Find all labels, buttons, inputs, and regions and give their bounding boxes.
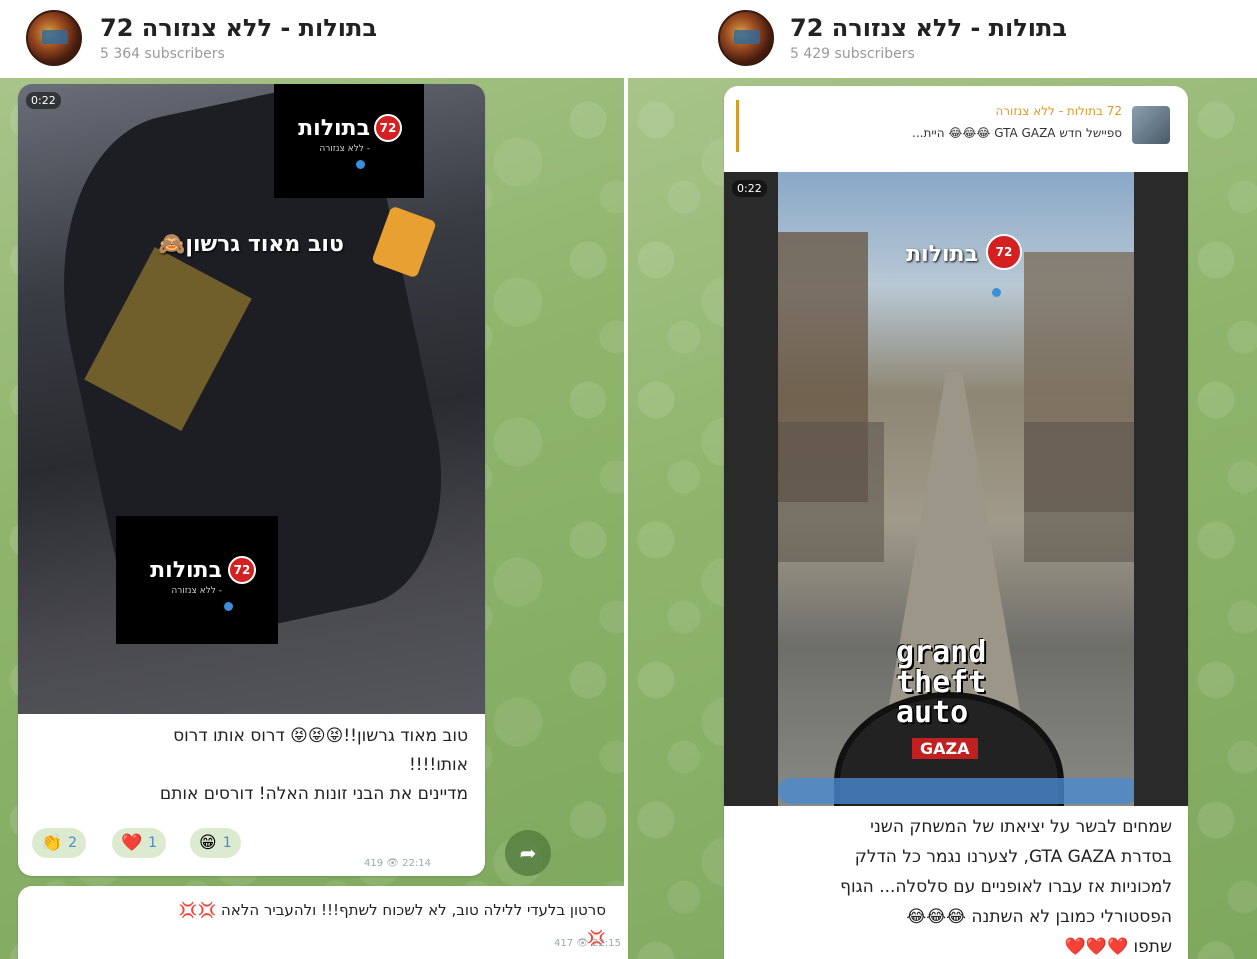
logo-name: בתולות [906, 242, 978, 267]
message-text: שמחים לבשר על יציאתו של המשחק השני בסדרת… [742, 812, 1172, 959]
logo-badge-icon: 72 [374, 114, 402, 142]
video-player[interactable]: 0:22 72 בתולות - ללא צנזורה טוב מאוד גרש… [18, 84, 485, 714]
reaction-count: 2 [68, 835, 78, 851]
message-views-time: 419 👁 22:14 [364, 858, 431, 869]
channel-title: 72 בתולות - ללא צנזורה [790, 14, 1068, 42]
reaction-count: 1 [222, 835, 232, 851]
message-line: בסדרת GTA GAZA, לצערנו נגמר כל הדלק [854, 847, 1172, 867]
logo-subtitle: - ללא צנזורה [171, 586, 222, 596]
channel-header[interactable]: 72 בתולות - ללא צנזורה 5 364 subscribers [0, 0, 624, 78]
message-line: סרטון בלעדי ללילה טוב, לא לשכוח לשתף!!! … [178, 901, 606, 919]
reaction-grin[interactable]: 😁 1 [190, 828, 241, 858]
quote-text: ספיישל חדש GTA GAZA 😂😂😂 היית... [912, 126, 1122, 140]
video-duration: 0:22 [26, 92, 61, 109]
message-text: סרטון בלעדי ללילה טוב, לא לשכוח לשתף!!! … [30, 896, 606, 952]
channel-watermark-top: 72 בתולות - ללא צנזורה [274, 84, 424, 198]
rubble-left [764, 422, 884, 562]
video-duration: 0:22 [732, 180, 767, 197]
subscriber-count: 5 429 subscribers [790, 46, 915, 62]
reaction-heart[interactable]: ❤️ 1 [112, 828, 167, 858]
video-letterbox-right [1134, 172, 1188, 806]
gta-line: theft [896, 665, 987, 700]
logo-name: בתולות [298, 116, 370, 141]
message-line: שמחים לבשר על יציאתו של המשחק השני [870, 817, 1172, 837]
message-views-time: 417 👁 22:15 [554, 938, 621, 949]
subscriber-count: 5 364 subscribers [100, 46, 225, 62]
video-message-bubble[interactable]: 72 בתולות - ללא צנזורה ספיישל חדש GTA GA… [724, 86, 1188, 959]
gta-gaza-label: GAZA [912, 738, 978, 759]
message-line: הפסטורלי כמובן לא השתנה 😂😂😂 [906, 907, 1172, 927]
grin-icon: 😁 [199, 833, 217, 853]
message-line: למכוניות אז עברו לאופניים עם סלסלה... הג… [840, 877, 1172, 897]
reply-quote[interactable]: 72 בתולות - ללא צנזורה ספיישל חדש GTA GA… [736, 100, 1176, 152]
share-icon[interactable]: ➦ [505, 830, 551, 876]
verified-icon [992, 288, 1001, 297]
message-line: שתפו ❤️❤️❤️ [1064, 937, 1172, 957]
handlebar [778, 778, 1138, 804]
video-letterbox-left [724, 172, 778, 806]
logo-badge-icon: 72 [986, 234, 1022, 270]
message-line: 💢 [30, 924, 606, 952]
channel-watermark-bottom: 72 בתולות - ללא צנזורה [116, 516, 278, 644]
verified-icon [356, 160, 365, 169]
channel-title: 72 בתולות - ללא צנזורה [100, 14, 378, 42]
quote-author: 72 בתולות - ללא צנזורה [995, 104, 1122, 118]
gta-line: auto [896, 695, 969, 730]
gta-line: grand [896, 635, 987, 670]
channel-avatar[interactable] [26, 10, 82, 66]
logo-badge-icon: 72 [228, 556, 256, 584]
left-channel-panel: 72 בתולות - ללא צנזורה 5 364 subscribers… [0, 0, 624, 959]
logo-name: בתולות [150, 558, 222, 583]
video-player[interactable]: 0:22 72 בתולות grand theft auto GAZA [724, 172, 1188, 806]
gta-logo: grand theft auto [896, 638, 986, 728]
channel-avatar[interactable] [718, 10, 774, 66]
clap-icon: 👏 [41, 833, 63, 853]
heart-icon: ❤️ [121, 833, 143, 853]
verified-icon [224, 602, 233, 611]
quote-thumbnail [1132, 106, 1170, 144]
reaction-clap[interactable]: 👏 2 [32, 828, 87, 858]
message-text: טוב מאוד גרשון!!😝😝😝 דרוס אותו דרוס אותו!… [38, 722, 468, 809]
message-line: מדיינים את הבני זונות האלה! דורסים אותם [159, 784, 468, 804]
video-overlay-caption: טוב מאוד גרשון🙈 [158, 232, 344, 257]
channel-header[interactable]: 72 בתולות - ללא צנזורה 5 429 subscribers [628, 0, 1257, 78]
right-channel-panel: 72 בתולות - ללא צנזורה 5 429 subscribers… [628, 0, 1257, 959]
message-line: אותו!!!! [408, 755, 468, 775]
logo-subtitle: - ללא צנזורה [319, 144, 370, 154]
message-line: טוב מאוד גרשון!!😝😝😝 דרוס אותו דרוס [173, 726, 468, 746]
video-message-bubble[interactable]: 0:22 72 בתולות - ללא צנזורה טוב מאוד גרש… [18, 84, 485, 876]
rubble-right [1024, 422, 1144, 562]
reaction-count: 1 [148, 835, 158, 851]
